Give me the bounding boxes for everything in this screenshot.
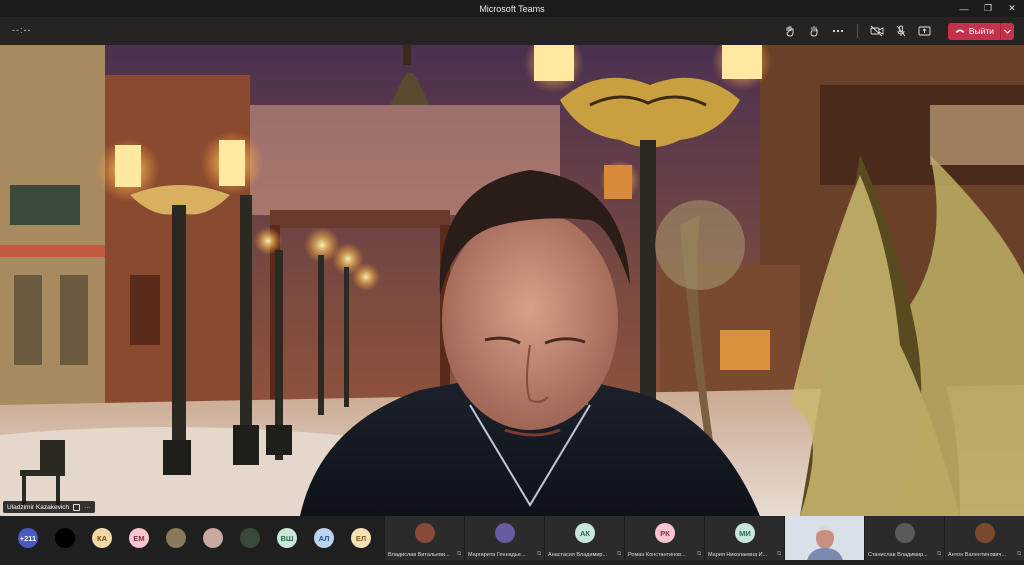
participant-name: Uladzimir Kazakevich: [7, 503, 70, 511]
avatar[interactable]: [240, 528, 260, 548]
participant-tile[interactable]: Маргарита Геннадье... ⍉: [464, 516, 544, 560]
mic-muted-icon: ⍉: [697, 551, 701, 557]
meeting-controls: Выйти: [779, 21, 1014, 41]
tile-name: Анастасия Владимир...: [548, 552, 608, 558]
participant-name-chip: Uladzimir Kazakevich ···: [3, 501, 95, 513]
leave-main[interactable]: Выйти: [948, 26, 1000, 36]
minimize-button[interactable]: —: [952, 0, 976, 17]
avatar[interactable]: ВШ: [277, 528, 297, 548]
participant-tile-camera[interactable]: [784, 516, 865, 560]
leave-options-chevron-icon[interactable]: [1000, 22, 1014, 40]
participant-tile[interactable]: АК Анастасия Владимир... ⍉: [544, 516, 624, 560]
overflow-count-badge[interactable]: +211: [18, 528, 38, 548]
mic-muted-icon: ⍉: [457, 551, 461, 557]
mic-muted-icon: ⍉: [617, 551, 621, 557]
tile-avatar: АК: [575, 523, 595, 543]
tile-name: Мария Николаевна И...: [708, 552, 768, 558]
video-frame-image: [0, 45, 1024, 516]
avatar[interactable]: ЕМ: [129, 528, 149, 548]
participants-strip: +211 КА ЕМ ВШ АЛ ЕЛ Владислав Витальеви.…: [0, 516, 1024, 560]
toolbar-divider: [856, 24, 858, 38]
leave-label: Выйти: [968, 26, 994, 36]
participant-tile[interactable]: Владислав Витальеви... ⍉: [384, 516, 464, 560]
meeting-toolbar: --:-- Выйти: [0, 17, 1024, 45]
avatar[interactable]: КА: [92, 528, 112, 548]
avatar[interactable]: [203, 528, 223, 548]
tile-name: Роман Константинов...: [628, 552, 686, 558]
raise-hand-icon[interactable]: [803, 21, 825, 41]
tile-name: Маргарита Геннадье...: [468, 552, 526, 558]
window-title: Microsoft Teams: [479, 3, 545, 14]
camera-off-icon[interactable]: [866, 21, 888, 41]
mic-muted-icon: ⍉: [937, 551, 941, 557]
phone-hangup-icon: [955, 26, 965, 36]
avatar-row: +211 КА ЕМ ВШ АЛ ЕЛ: [18, 528, 371, 548]
participant-tile[interactable]: Антон Валентинович... ⍉: [944, 516, 1024, 560]
tile-avatar: [895, 523, 915, 543]
reactions-icon[interactable]: [779, 21, 801, 41]
mic-icon[interactable]: [890, 21, 912, 41]
participant-tile[interactable]: Станислав Владимир... ⍉: [864, 516, 944, 560]
meeting-timer: --:--: [12, 25, 32, 35]
tile-name: Станислав Владимир...: [868, 552, 928, 558]
close-button[interactable]: ✕: [1000, 0, 1024, 17]
tile-avatar: МИ: [735, 523, 755, 543]
avatar[interactable]: АЛ: [314, 528, 334, 548]
share-icon[interactable]: [914, 21, 936, 41]
tile-name: Владислав Витальеви...: [388, 552, 450, 558]
participant-tiles: Владислав Витальеви... ⍉ Маргарита Генна…: [384, 516, 1024, 560]
participant-tile[interactable]: РК Роман Константинов... ⍉: [624, 516, 704, 560]
restore-button[interactable]: ❐: [976, 0, 1000, 17]
leave-button[interactable]: Выйти: [947, 22, 1014, 40]
tile-name: Антон Валентинович...: [948, 552, 1006, 558]
more-icon[interactable]: [827, 21, 849, 41]
avatar[interactable]: ЕЛ: [351, 528, 371, 548]
screen-icon: [73, 503, 81, 511]
avatar[interactable]: [166, 528, 186, 548]
mic-muted-icon: ⍉: [1017, 551, 1021, 557]
participant-more-icon[interactable]: ···: [84, 504, 91, 511]
window-controls: — ❐ ✕: [952, 0, 1024, 17]
mic-muted-icon: ⍉: [537, 551, 541, 557]
tile-avatar: [495, 523, 515, 543]
tile-avatar: РК: [655, 523, 675, 543]
camera-thumbnail: [785, 516, 865, 560]
mic-muted-icon: ⍉: [777, 551, 781, 557]
participant-tile[interactable]: МИ Мария Николаевна И... ⍉: [704, 516, 784, 560]
tile-avatar: [415, 523, 435, 543]
title-bar: Microsoft Teams — ❐ ✕: [0, 0, 1024, 17]
avatar[interactable]: [55, 528, 75, 548]
tile-avatar: [975, 523, 995, 543]
main-video-feed: Uladzimir Kazakevich ···: [0, 45, 1024, 516]
